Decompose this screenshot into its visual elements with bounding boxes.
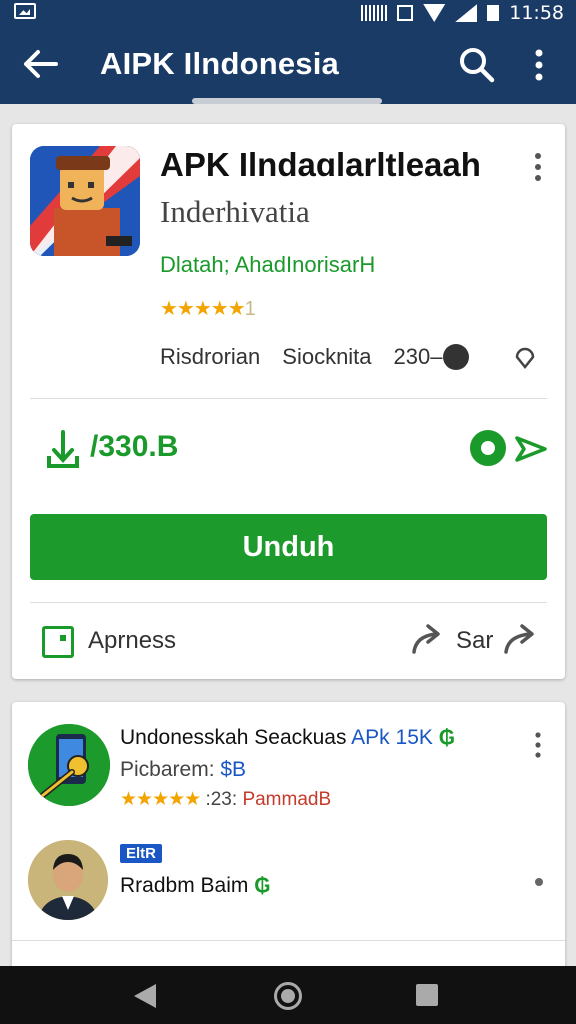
meta-item-1: Risdrorian [160, 344, 261, 369]
nav-recents-icon[interactable] [416, 984, 438, 1006]
nav-home-icon[interactable] [274, 982, 302, 1010]
search-icon[interactable] [458, 46, 496, 84]
app-developer[interactable]: Dlatah; AhadInorisarH [160, 252, 375, 278]
list-item-title[interactable]: Undonesskah Seackuas APk 15K ₲ [120, 726, 455, 750]
app-size: /330.B [90, 430, 179, 463]
app-icon [30, 146, 140, 256]
apps-label[interactable]: Aprness [88, 627, 176, 655]
list-rating-stars: ★★★★★ [120, 789, 201, 810]
battery-icon [487, 5, 500, 21]
overflow-dot-icon[interactable] [535, 878, 543, 886]
price-label: Picbarem: [120, 758, 215, 781]
scroll-indicator [192, 98, 382, 104]
meta-item-2: Siocknita [282, 344, 372, 369]
avatar[interactable] [28, 840, 108, 920]
vibrate-icon [361, 5, 388, 21]
app-title: APK Ilndaɑlarltleaah [160, 146, 481, 183]
download-icon [47, 430, 79, 468]
download-button[interactable]: Unduh [30, 514, 547, 580]
divider [30, 398, 547, 399]
forward-arrow-icon[interactable] [502, 622, 538, 656]
meta-item-3: 230– [393, 344, 443, 369]
appbar-title: AIPK Ilndonesia [100, 46, 339, 81]
send-icon[interactable] [514, 434, 548, 464]
dnd-icon [397, 5, 414, 21]
share-label[interactable]: Sar [456, 627, 493, 655]
image-icon [14, 3, 36, 19]
rating-stars-glyphs: ★★★★★ [160, 298, 246, 320]
status-time: 11:58 [509, 2, 564, 24]
list-item-name[interactable]: Rradbm Baim ₲ [120, 874, 271, 898]
back-arrow-icon[interactable] [22, 48, 58, 80]
price-value: $B [220, 758, 247, 781]
list-item-name-text: Rradbm Baim [120, 874, 249, 897]
list-rating-text: :23: [200, 789, 238, 810]
more-vert-icon[interactable] [530, 48, 548, 82]
wifi-icon [423, 4, 446, 22]
more-vert-icon[interactable] [531, 732, 545, 758]
share-arrow-icon[interactable] [410, 622, 444, 656]
app-bar: AIPK Ilndonesia [0, 26, 576, 104]
rating-stars: ★★★★★1 [160, 296, 256, 321]
location-pin-icon[interactable] [513, 345, 537, 369]
list-item-title-suffix: ₲ [438, 726, 456, 749]
app-subtitle: Inderhivatia [160, 194, 310, 229]
verified-icon [470, 430, 506, 466]
list-item-name-suffix: ₲ [254, 874, 271, 897]
list-rating-red: PammadB [242, 789, 332, 810]
meta-row: Risdrorian Siocknita 230– [160, 342, 550, 372]
rating-suffix: 1 [244, 298, 256, 320]
status-bar: 11:58 [0, 0, 576, 26]
meta-circle-icon [442, 344, 469, 370]
apps-icon[interactable] [42, 626, 74, 658]
nav-back-icon[interactable] [134, 984, 156, 1008]
list-item-badge: EltR [120, 844, 162, 863]
list-item-rating: ★★★★★ :23: PammadB [120, 788, 331, 811]
list-item-title-text: Undonesskah Seackuas [120, 726, 347, 749]
status-icons: 11:58 [361, 0, 564, 26]
divider [12, 940, 565, 941]
more-vert-icon[interactable] [530, 152, 546, 182]
navigation-bar [0, 966, 576, 1024]
list-item-price: Picbarem: $B [120, 758, 246, 782]
related-apps-card: Undonesskah Seackuas APk 15K ₲ Picbarem:… [12, 702, 565, 982]
list-item-title-accent: APk 15K [351, 726, 433, 749]
list-app-icon[interactable] [28, 724, 110, 806]
divider [30, 602, 547, 603]
signal-icon [455, 4, 478, 22]
app-detail-card: APK Ilndaɑlarltleaah Inderhivatia Dlatah… [12, 124, 565, 679]
